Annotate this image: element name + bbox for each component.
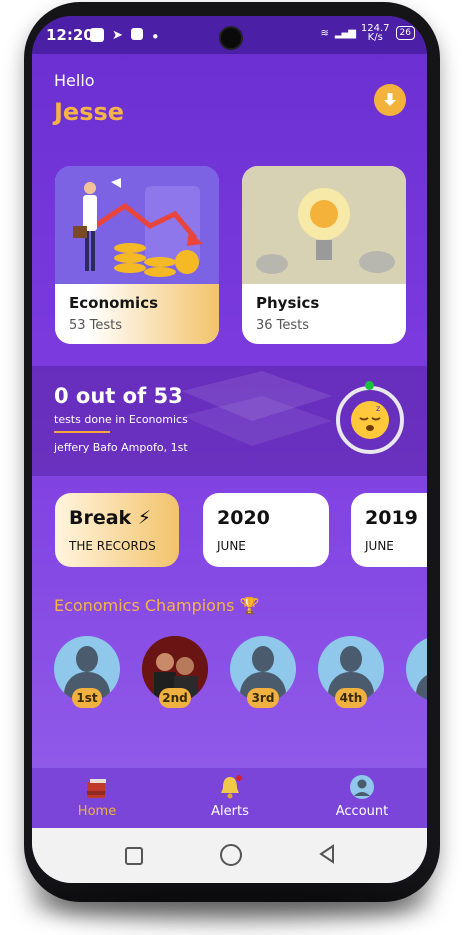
subject-title: Physics [256,294,320,312]
subject-title: Economics [69,294,159,312]
person-icon [340,646,362,672]
record-month: JUNE [217,539,246,553]
subject-card-physics[interactable]: Physics 36 Tests [242,166,406,344]
app-screen: 12:20 ➤ • ≋ ▂▄▆ 124.7 K/s 26 Hello Jesse [32,16,427,883]
subject-card-economics[interactable]: Economics 53 Tests [55,166,219,344]
tests-done-count: 0 out of 53 [54,384,183,408]
champions-title: Economics Champions 🏆 [54,596,260,615]
record-title: Break ⚡ [69,507,152,529]
notification-icons: ➤ • [90,28,160,46]
signal-icon: ▂▄▆ [334,27,356,39]
nav-home[interactable]: Home [47,768,147,828]
books-icon [87,779,106,798]
nav-account-label: Account [335,804,389,819]
battery-icon: 26 [395,26,415,40]
status-time: 12:20 [46,26,94,44]
subject-test-count: 36 Tests [256,318,310,333]
nav-alerts-label: Alerts [211,804,249,819]
break-records-card[interactable]: Break ⚡ THE RECORDS [55,493,179,567]
greeting-hello: Hello [54,71,95,90]
download-arrow-icon [384,93,396,106]
app-notification-icon [90,28,104,42]
record-subtitle: THE RECORDS [69,539,156,553]
recents-button[interactable] [125,847,143,865]
progress-ring: z [336,386,404,454]
nav-account[interactable]: Account [312,768,412,828]
app-badge-icon [130,28,143,40]
status-bar: 12:20 ➤ • ≋ ▂▄▆ 124.7 K/s 26 [32,16,427,54]
champion-avatar-5[interactable] [406,636,427,702]
physics-illustration [242,166,406,284]
top-leader: jeffery Bafo Ampofo, 1st [54,441,188,454]
progress-indicator-dot [365,381,374,390]
accent-underline [54,431,110,433]
record-month: JUNE [365,539,394,553]
sleeping-face-icon: z [351,401,389,439]
rank-badge: 2nd [159,688,191,708]
back-button[interactable] [318,844,336,864]
nav-home-label: Home [77,804,117,819]
record-card-2020[interactable]: 2020 JUNE [203,493,329,567]
person-icon [252,646,274,672]
bell-icon [221,775,242,799]
bottom-navigation: Home Alerts Account [32,768,427,828]
user-name: Jesse [54,98,125,126]
home-button[interactable] [220,844,242,866]
tests-done-subtitle: tests done in Economics [54,413,188,426]
system-navigation-bar [32,828,427,883]
record-year: 2019 [365,507,418,529]
system-status: ≋ ▂▄▆ 124.7 K/s 26 [320,23,415,43]
more-dot-icon: • [150,28,160,46]
subject-test-count: 53 Tests [69,318,123,333]
svg-text:z: z [376,404,380,413]
phone-shadow [30,880,430,920]
person-icon [76,646,98,672]
rank-badge: 1st [72,688,102,708]
economics-illustration [55,166,219,284]
rank-badge: 3rd [247,688,279,708]
economics-card-footer [55,284,219,344]
front-camera [219,26,243,50]
record-year: 2020 [217,507,270,529]
account-avatar-icon [350,775,374,799]
rank-badge: 4th [335,688,367,708]
nav-alerts[interactable]: Alerts [180,768,280,828]
download-button[interactable] [374,84,406,116]
network-speed: 124.7 K/s [360,23,390,43]
telegram-icon: ➤ [112,28,123,43]
record-card-2019[interactable]: 2019 JUNE [351,493,427,567]
wifi-icon: ≋ [320,27,329,39]
